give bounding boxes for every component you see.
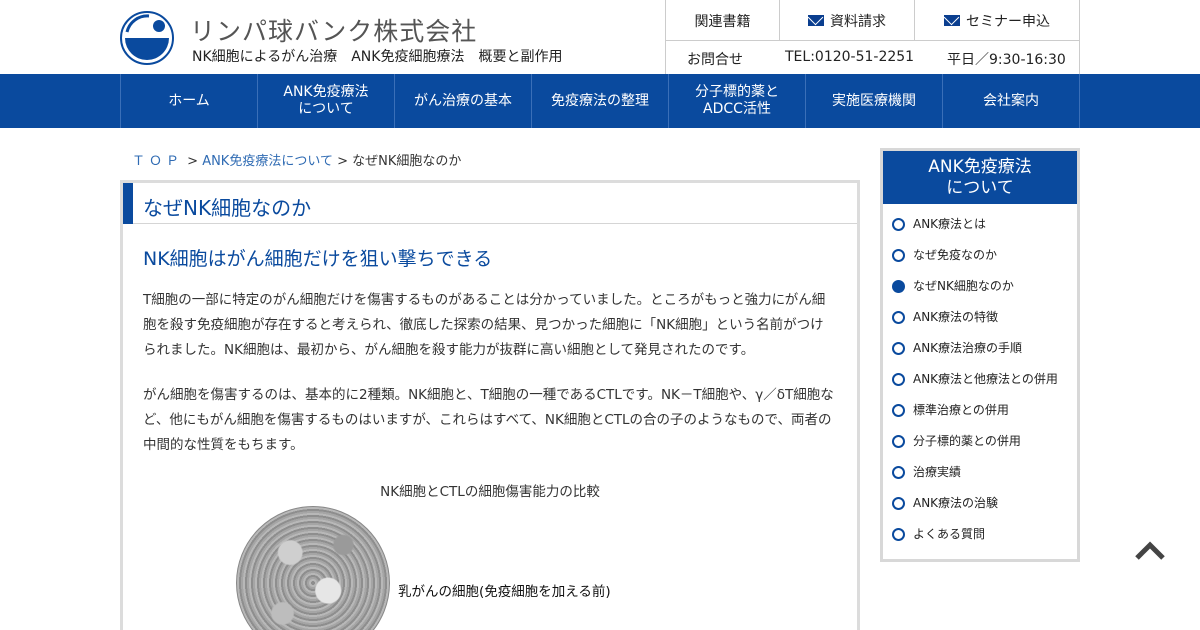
breadcrumb-parent-link[interactable]: ANK免疫療法について <box>202 154 333 169</box>
sidebar-item-label: ANK療法と他療法との併用 <box>913 372 1058 386</box>
seminar-signup-label: セミナー申込 <box>966 13 1050 30</box>
title-accent-bar <box>123 183 133 224</box>
figure-caption: NK細胞とCTLの細胞傷害能力の比較 <box>380 484 600 500</box>
request-materials-link[interactable]: 資料請求 <box>780 0 915 41</box>
sidebar-item-combination-therapy[interactable]: ANK療法と他療法との併用 <box>883 364 1077 395</box>
nav-cancer-basics[interactable]: がん治療の基本 <box>395 74 532 128</box>
global-nav: ホーム ANK免疫療法 について がん治療の基本 免疫療法の整理 分子標的薬と … <box>0 74 1200 128</box>
sidebar-item-what-is-ank[interactable]: ANK療法とは <box>883 209 1077 240</box>
nav-home[interactable]: ホーム <box>121 74 258 128</box>
mail-icon <box>944 15 960 26</box>
nav-about-ank[interactable]: ANK免疫療法 について <box>258 74 395 128</box>
page-title-bar: なぜNK細胞なのか <box>123 183 857 224</box>
body-paragraph: T細胞の一部に特定のがん細胞だけを傷害するものがあることは分かっていました。とこ… <box>143 292 826 358</box>
sidebar-item-label: ANK療法治療の手順 <box>913 341 1023 355</box>
utility-area: 関連書籍 資料請求 セミナー申込 お問合せ TEL:0120-51-2251 平… <box>665 0 1080 74</box>
company-logo-icon[interactable] <box>119 10 175 66</box>
body-paragraph: がん細胞を傷害するのは、基本的に2種類。NK細胞と、T細胞の一種であるCTLです… <box>143 387 834 453</box>
bullet-circle-icon <box>892 466 905 479</box>
sidebar: ANK免疫療法 について ANK療法とは なぜ免疫なのか なぜNK細胞なのか A… <box>880 148 1080 562</box>
bullet-filled-circle-icon <box>892 280 905 293</box>
sidebar-item-why-nk-cells[interactable]: なぜNK細胞なのか <box>883 271 1077 302</box>
sidebar-item-label: ANK療法の治験 <box>913 496 999 510</box>
business-hours: 平日／9:30-16:30 <box>947 52 1066 68</box>
sidebar-item-label: 標準治療との併用 <box>913 403 1009 417</box>
bullet-circle-icon <box>892 528 905 541</box>
sidebar-item-clinical-trial[interactable]: ANK療法の治験 <box>883 488 1077 519</box>
contact-info: お問合せ TEL:0120-51-2251 平日／9:30-16:30 <box>666 42 1079 74</box>
bullet-circle-icon <box>892 218 905 231</box>
related-books-label: 関連書籍 <box>694 13 751 30</box>
page-title: なぜNK細胞なのか <box>143 196 312 220</box>
bullet-circle-icon <box>892 435 905 448</box>
utility-links: 関連書籍 資料請求 セミナー申込 <box>666 0 1079 41</box>
breast-cancer-cell-image <box>236 506 390 630</box>
breadcrumb: ＴＯＰ > ANK免疫療法について > なぜNK細胞なのか <box>132 150 461 169</box>
sidebar-item-treatment-results[interactable]: 治療実績 <box>883 457 1077 488</box>
nav-immunotherapy-overview[interactable]: 免疫療法の整理 <box>532 74 669 128</box>
bullet-circle-icon <box>892 404 905 417</box>
sidebar-menu: ANK療法とは なぜ免疫なのか なぜNK細胞なのか ANK療法の特徴 ANK療法… <box>883 209 1077 550</box>
cell-image-label: 乳がんの細胞(免疫細胞を加える前) <box>398 584 611 600</box>
bullet-circle-icon <box>892 311 905 324</box>
nav-company-info[interactable]: 会社案内 <box>943 74 1080 128</box>
sidebar-item-label: よくある質問 <box>913 527 986 541</box>
breadcrumb-current: なぜNK細胞なのか <box>352 154 462 169</box>
sidebar-item-label: ANK療法の特徴 <box>913 310 999 324</box>
sidebar-item-label: 治療実績 <box>913 465 962 479</box>
mail-icon <box>808 15 824 26</box>
sidebar-item-faq[interactable]: よくある質問 <box>883 519 1077 550</box>
request-materials-label: 資料請求 <box>830 13 886 30</box>
sidebar-heading[interactable]: ANK免疫療法 について <box>883 151 1077 204</box>
sidebar-item-treatment-steps[interactable]: ANK療法治療の手順 <box>883 333 1077 364</box>
seminar-signup-link[interactable]: セミナー申込 <box>915 0 1079 41</box>
site-header: リンパ球バンク株式会社 NK細胞によるがん治療 ANK免疫細胞療法 概要と副作用… <box>0 0 1200 74</box>
sidebar-item-label: 分子標的薬との併用 <box>913 434 1021 448</box>
main-content: なぜNK細胞なのか NK細胞はがん細胞だけを狙い撃ちできる T細胞の一部に特定の… <box>120 180 860 630</box>
back-to-top-icon[interactable] <box>1135 538 1165 562</box>
breadcrumb-separator: > <box>183 154 203 169</box>
sidebar-item-label: なぜ免疫なのか <box>913 248 998 262</box>
bullet-circle-icon <box>892 342 905 355</box>
sidebar-item-ank-features[interactable]: ANK療法の特徴 <box>883 302 1077 333</box>
phone-number[interactable]: TEL:0120-51-2251 <box>785 49 914 65</box>
related-books-link[interactable]: 関連書籍 <box>666 0 780 41</box>
sidebar-item-label: ANK療法とは <box>913 217 987 231</box>
breadcrumb-separator: > <box>332 154 353 169</box>
sidebar-item-targeted-drugs[interactable]: 分子標的薬との併用 <box>883 426 1077 457</box>
company-name[interactable]: リンパ球バンク株式会社 <box>190 12 477 48</box>
sidebar-item-label: なぜNK細胞なのか <box>913 279 1014 293</box>
bullet-circle-icon <box>892 249 905 262</box>
bullet-circle-icon <box>892 373 905 386</box>
nav-molecular-targeted-drugs[interactable]: 分子標的薬と ADCC活性 <box>669 74 806 128</box>
contact-label: お問合せ <box>687 52 743 68</box>
breadcrumb-top-link[interactable]: ＴＯＰ <box>132 154 183 169</box>
sidebar-item-standard-treatment[interactable]: 標準治療との併用 <box>883 395 1077 426</box>
nav-medical-institutions[interactable]: 実施医療機関 <box>806 74 943 128</box>
site-tagline: NK細胞によるがん治療 ANK免疫細胞療法 概要と副作用 <box>192 49 563 65</box>
section-heading: NK細胞はがん細胞だけを狙い撃ちできる <box>143 248 493 270</box>
sidebar-item-why-immunity[interactable]: なぜ免疫なのか <box>883 240 1077 271</box>
bullet-circle-icon <box>892 497 905 510</box>
